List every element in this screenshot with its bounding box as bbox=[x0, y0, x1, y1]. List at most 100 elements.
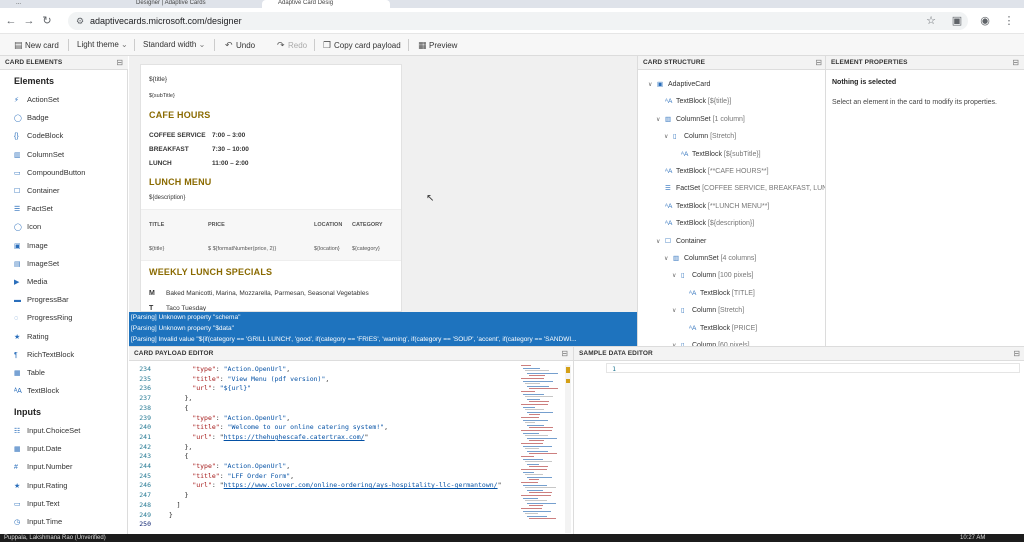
menu-table-container[interactable]: TITLE PRICE LOCATION CATEGORY ${title} $… bbox=[141, 209, 401, 261]
code-line[interactable]: "url": "https://thehughescafe.catertrax.… bbox=[161, 433, 368, 441]
fact-key[interactable]: LUNCH bbox=[149, 160, 172, 167]
code-line[interactable]: "title": "LFF Order Form", bbox=[161, 472, 294, 480]
element-item-badge[interactable]: ◯ Badge bbox=[14, 111, 49, 125]
fact-value[interactable]: 7:30 – 10:00 bbox=[212, 146, 249, 153]
preview-button[interactable]: ▦ Preview bbox=[418, 34, 457, 56]
element-item-compoundbutton[interactable]: ▭ CompoundButton bbox=[14, 166, 85, 180]
menu-icon[interactable]: ⋮ bbox=[1002, 14, 1016, 28]
undo-button[interactable]: ↶ Undo bbox=[225, 34, 255, 56]
width-dropdown[interactable]: Standard width ⌄ bbox=[143, 34, 205, 56]
error-message[interactable]: [Parsing] Invalid value "${if(category =… bbox=[131, 336, 577, 343]
tree-node-adaptivecard[interactable]: ∨ ▣ AdaptiveCard bbox=[648, 78, 710, 92]
fact-key[interactable]: COFFEE SERVICE bbox=[149, 132, 206, 139]
tree-node-textblock[interactable]: ᴬA TextBlock [**CAFE HOURS**] bbox=[665, 165, 769, 179]
element-item-columnset[interactable]: ▥ ColumnSet bbox=[14, 148, 64, 162]
input-item-input-text[interactable]: ▭ Input.Text bbox=[14, 497, 60, 511]
back-icon[interactable]: ← bbox=[4, 14, 18, 28]
code-line[interactable]: "type": "Action.OpenUrl", bbox=[161, 365, 290, 373]
code-line[interactable]: ] bbox=[161, 501, 181, 509]
collapse-icon[interactable]: ⊟ bbox=[116, 56, 123, 70]
lunch-menu-heading[interactable]: LUNCH MENU bbox=[149, 177, 212, 187]
input-item-input-date[interactable]: ▦ Input.Date bbox=[14, 442, 62, 456]
code-line[interactable]: } bbox=[161, 511, 173, 519]
element-item-icon[interactable]: ◯ Icon bbox=[14, 220, 41, 234]
element-item-richtextblock[interactable]: ¶ RichTextBlock bbox=[14, 348, 74, 362]
input-item-input-choiceset[interactable]: ☷ Input.ChoiceSet bbox=[14, 424, 80, 438]
tree-node-column[interactable]: ∨ ▯ Column [Stretch] bbox=[672, 304, 744, 318]
element-item-rating[interactable]: ★ Rating bbox=[14, 330, 49, 344]
chevron-down-icon[interactable]: ∨ bbox=[664, 252, 673, 266]
chevron-down-icon[interactable]: ∨ bbox=[672, 339, 681, 346]
tree-node-textblock[interactable]: ᴬA TextBlock [${description}] bbox=[665, 217, 754, 231]
forward-icon[interactable]: → bbox=[22, 14, 36, 28]
editor-minimap[interactable] bbox=[517, 365, 561, 523]
code-line[interactable]: }, bbox=[161, 394, 192, 402]
chevron-down-icon[interactable]: ∨ bbox=[656, 113, 665, 127]
profile-icon[interactable]: ◉ bbox=[978, 14, 992, 28]
element-item-imageset[interactable]: ▤ ImageSet bbox=[14, 257, 59, 271]
redo-button[interactable]: ↷ Redo bbox=[277, 34, 307, 56]
element-item-image[interactable]: ▣ Image bbox=[14, 239, 48, 253]
editor-scrollbar[interactable] bbox=[565, 365, 571, 533]
chevron-down-icon[interactable]: ∨ bbox=[672, 269, 681, 283]
browser-tab[interactable]: Designer | Adaptive Cards bbox=[120, 0, 260, 8]
element-item-media[interactable]: ▶ Media bbox=[14, 275, 47, 289]
input-item-input-number[interactable]: # Input.Number bbox=[14, 460, 72, 474]
fact-key[interactable]: BREAKFAST bbox=[149, 146, 189, 153]
element-item-actionset[interactable]: ⚡ ActionSet bbox=[14, 93, 59, 107]
element-item-factset[interactable]: ☰ FactSet bbox=[14, 202, 53, 216]
element-item-table[interactable]: ▦ Table bbox=[14, 366, 45, 380]
browser-tab-active[interactable]: Adaptive Card Desig bbox=[262, 0, 390, 8]
sample-data-input[interactable] bbox=[606, 363, 1020, 373]
collapse-icon[interactable]: ⊟ bbox=[1012, 56, 1019, 70]
reload-icon[interactable]: ↻ bbox=[40, 14, 54, 28]
code-line[interactable]: } bbox=[161, 491, 188, 499]
adaptive-card-preview[interactable]: ${title} ${subTitle} CAFE HOURS COFFEE S… bbox=[140, 64, 402, 312]
card-subtitle-text[interactable]: ${subTitle} bbox=[149, 93, 175, 99]
code-line[interactable]: }, bbox=[161, 443, 192, 451]
tree-node-textblock[interactable]: ᴬA TextBlock [TITLE] bbox=[689, 287, 755, 301]
tree-node-column[interactable]: ∨ ▯ Column [60 pixels] bbox=[672, 339, 750, 346]
site-info-icon[interactable]: ⚙ bbox=[76, 16, 84, 27]
element-item-codeblock[interactable]: {} CodeBlock bbox=[14, 129, 63, 143]
tree-node-container[interactable]: ∨ ☐ Container bbox=[656, 235, 706, 249]
theme-dropdown[interactable]: Light theme ⌄ bbox=[77, 34, 128, 56]
code-line[interactable]: "title": "Welcome to our online catering… bbox=[161, 423, 388, 431]
code-line[interactable]: "url": "${url}" bbox=[161, 384, 251, 392]
code-line[interactable]: { bbox=[161, 452, 188, 460]
browser-tab[interactable]: ... bbox=[0, 0, 120, 8]
tree-node-textblock[interactable]: ᴬA TextBlock [PRICE] bbox=[689, 322, 757, 336]
specials-heading[interactable]: WEEKLY LUNCH SPECIALS bbox=[149, 267, 272, 277]
tree-node-factset[interactable]: ☰ FactSet [COFFEE SERVICE, BREAKFAST, LUN… bbox=[665, 182, 825, 196]
bookmark-star-icon[interactable]: ☆ bbox=[924, 14, 938, 28]
tree-node-textblock[interactable]: ᴬA TextBlock [${subTitle}] bbox=[681, 148, 761, 162]
collapse-icon[interactable]: ⊟ bbox=[1013, 347, 1020, 361]
chevron-down-icon[interactable]: ∨ bbox=[664, 130, 673, 144]
browser-tab[interactable] bbox=[392, 0, 632, 8]
element-item-progressring[interactable]: ◌ ProgressRing bbox=[14, 311, 72, 325]
element-item-container[interactable]: ☐ Container bbox=[14, 184, 60, 198]
card-title-text[interactable]: ${title} bbox=[149, 76, 167, 83]
input-item-input-rating[interactable]: ★ Input.Rating bbox=[14, 479, 67, 493]
tree-node-textblock[interactable]: ᴬA TextBlock [${title}] bbox=[665, 95, 731, 109]
tree-node-columnset[interactable]: ∨ ▥ ColumnSet [4 columns] bbox=[664, 252, 756, 266]
element-item-progressbar[interactable]: ▬ ProgressBar bbox=[14, 293, 69, 307]
element-item-textblock[interactable]: ᴬA TextBlock bbox=[14, 384, 59, 398]
description-text[interactable]: ${description} bbox=[149, 195, 185, 201]
url-field[interactable]: ⚙ adaptivecards.microsoft.com/designer bbox=[68, 12, 968, 30]
code-line[interactable]: "type": "Action.OpenUrl", bbox=[161, 462, 290, 470]
input-item-input-time[interactable]: ◷ Input.Time bbox=[14, 515, 62, 529]
fact-value[interactable]: 11:00 – 2:00 bbox=[212, 160, 249, 167]
tree-node-textblock[interactable]: ᴬA TextBlock [**LUNCH MENU**] bbox=[665, 200, 769, 214]
cafe-hours-heading[interactable]: CAFE HOURS bbox=[149, 110, 211, 120]
chevron-down-icon[interactable]: ∨ bbox=[656, 235, 665, 249]
collapse-icon[interactable]: ⊟ bbox=[815, 56, 822, 70]
code-line[interactable]: "url": "https://www.clover.com/online-or… bbox=[161, 481, 501, 489]
split-screen-icon[interactable]: ▣ bbox=[950, 14, 964, 28]
chevron-down-icon[interactable]: ∨ bbox=[672, 304, 681, 318]
chevron-down-icon[interactable]: ∨ bbox=[648, 78, 657, 92]
error-message[interactable]: [Parsing] Unknown property "schema" bbox=[131, 314, 240, 321]
tree-node-column[interactable]: ∨ ▯ Column [Stretch] bbox=[664, 130, 736, 144]
collapse-icon[interactable]: ⊟ bbox=[561, 347, 568, 361]
code-line[interactable]: "type": "Action.OpenUrl", bbox=[161, 414, 290, 422]
